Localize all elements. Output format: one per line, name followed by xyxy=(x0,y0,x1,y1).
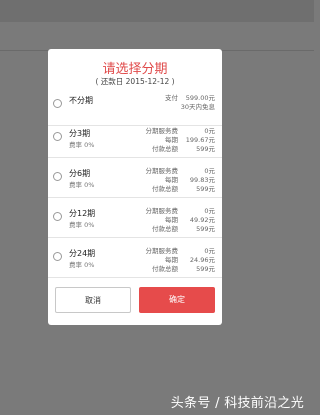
fee-label: 分期服务费 xyxy=(145,167,179,175)
option-labels: 分期服务费 每期 付款总额 xyxy=(146,167,179,194)
fee-value: 0元 xyxy=(204,127,215,135)
option-name: 分6期 xyxy=(69,169,91,178)
per-value: 49.92元 xyxy=(189,216,215,224)
option-labels: 分期服务费 每期 付款总额 xyxy=(146,127,179,154)
option-name: 不分期 xyxy=(69,96,93,105)
per-label: 每期 xyxy=(165,136,178,144)
background-header xyxy=(0,0,314,22)
per-value: 199.67元 xyxy=(185,136,215,144)
per-label: 每期 xyxy=(165,256,178,264)
fee-value: 0元 xyxy=(204,207,215,215)
fee-value: 0元 xyxy=(204,247,215,255)
pay-value: 599.00元 xyxy=(185,94,215,102)
pay-label: 支付 xyxy=(165,94,178,102)
divider xyxy=(48,197,222,198)
confirm-button[interactable]: 确定 xyxy=(139,287,215,313)
option-rate: 费率 0% xyxy=(69,141,95,149)
option-values: 599.00元 30天内免息 xyxy=(181,94,215,112)
option-3-installments[interactable]: 分3期 费率 0% 分期服务费 每期 付款总额 0元 199.67元 599元 xyxy=(48,125,222,155)
watermark: 头条号 / 科技前沿之光 xyxy=(170,396,304,411)
option-labels: 分期服务费 每期 付款总额 xyxy=(146,207,179,234)
fee-label: 分期服务费 xyxy=(145,207,179,215)
total-value: 599元 xyxy=(196,185,215,193)
fee-label: 分期服务费 xyxy=(145,127,179,135)
divider xyxy=(48,157,222,158)
total-label: 付款总额 xyxy=(152,225,178,233)
interest-free-note: 30天内免息 xyxy=(180,103,215,111)
option-values: 0元 24.96元 599元 xyxy=(190,247,215,274)
radio-button[interactable] xyxy=(53,212,62,221)
option-rate: 费率 0% xyxy=(69,261,95,269)
divider xyxy=(48,277,222,278)
total-value: 599元 xyxy=(196,145,215,153)
per-label: 每期 xyxy=(165,176,178,184)
option-24-installments[interactable]: 分24期 费率 0% 分期服务费 每期 付款总额 0元 24.96元 599元 xyxy=(48,245,222,275)
option-name: 分12期 xyxy=(69,209,96,218)
option-6-installments[interactable]: 分6期 费率 0% 分期服务费 每期 付款总额 0元 99.83元 599元 xyxy=(48,165,222,195)
option-values: 0元 99.83元 599元 xyxy=(190,167,215,194)
radio-button[interactable] xyxy=(53,132,62,141)
total-label: 付款总额 xyxy=(152,185,178,193)
cancel-button[interactable]: 取消 xyxy=(55,287,131,313)
option-values: 0元 49.92元 599元 xyxy=(190,207,215,234)
option-12-installments[interactable]: 分12期 费率 0% 分期服务费 每期 付款总额 0元 49.92元 599元 xyxy=(48,205,222,235)
option-labels: 支付 xyxy=(165,94,178,103)
option-rate: 费率 0% xyxy=(69,221,95,229)
option-name: 分24期 xyxy=(69,249,96,258)
radio-button[interactable] xyxy=(53,252,62,261)
option-name: 分3期 xyxy=(69,129,91,138)
option-values: 0元 199.67元 599元 xyxy=(186,127,215,154)
per-value: 99.83元 xyxy=(189,176,215,184)
divider xyxy=(48,237,222,238)
total-label: 付款总额 xyxy=(152,145,178,153)
per-label: 每期 xyxy=(165,216,178,224)
fee-value: 0元 xyxy=(204,167,215,175)
option-labels: 分期服务费 每期 付款总额 xyxy=(146,247,179,274)
dialog-title: 请选择分期 xyxy=(102,62,168,77)
fee-label: 分期服务费 xyxy=(145,247,179,255)
repay-date: ( 还款日 2015-12-12 ) xyxy=(95,77,175,86)
radio-button[interactable] xyxy=(53,172,62,181)
total-label: 付款总额 xyxy=(152,265,178,273)
option-rate: 费率 0% xyxy=(69,181,95,189)
installment-dialog: 请选择分期 ( 还款日 2015-12-12 ) 不分期 支付 599.00元 … xyxy=(48,49,222,325)
per-value: 24.96元 xyxy=(189,256,215,264)
option-no-installment[interactable]: 不分期 支付 599.00元 30天内免息 xyxy=(48,92,222,122)
total-value: 599元 xyxy=(196,225,215,233)
radio-button[interactable] xyxy=(53,99,62,108)
total-value: 599元 xyxy=(196,265,215,273)
